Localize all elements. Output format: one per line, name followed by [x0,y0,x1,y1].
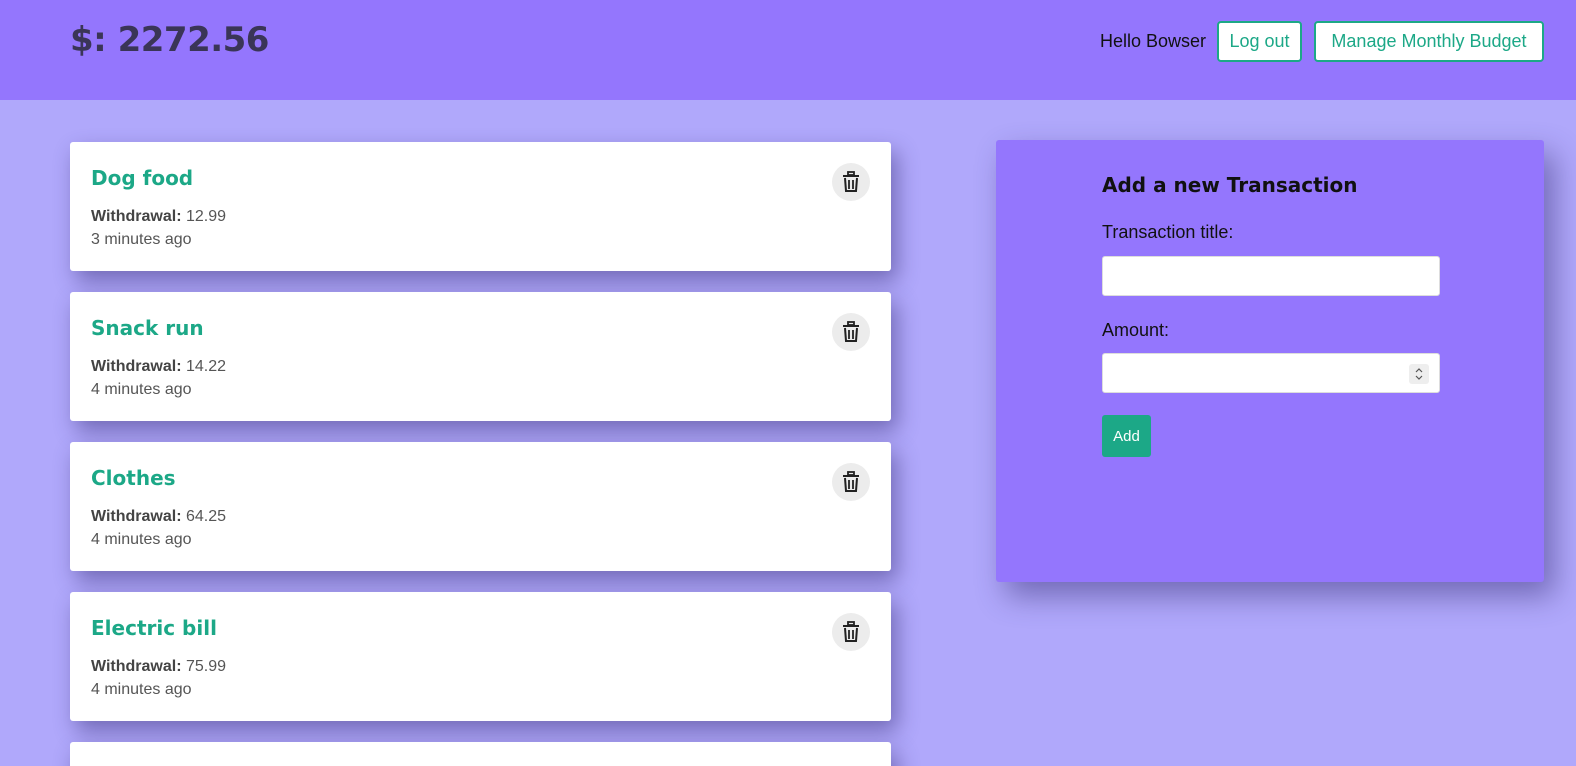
transaction-type-label: Withdrawal: [91,508,182,525]
trash-icon [843,471,859,492]
transaction-time: 4 minutes ago [91,531,192,548]
number-spinner[interactable] [1409,364,1429,384]
delete-transaction-button[interactable] [832,613,870,651]
delete-transaction-button[interactable] [832,163,870,201]
transaction-type-label: Withdrawal: [91,658,182,675]
transaction-amount-line: Withdrawal: 12.99 [91,208,226,226]
transaction-amount: 64.25 [185,508,227,525]
top-header: $: 2272.56 Hello Bowser Log out Manage M… [0,0,1576,100]
amount-input[interactable] [1102,353,1440,393]
transaction-amount: 14.22 [185,358,227,375]
transaction-card: Clothes Withdrawal: 64.25 4 minutes ago [70,442,891,571]
amount-field-label: Amount: [1102,320,1170,340]
transaction-amount-line: Withdrawal: 75.99 [91,658,226,676]
transaction-card: Electric bill Withdrawal: 75.99 4 minute… [70,592,891,721]
transaction-card-partial [70,742,891,766]
transaction-list: Dog food Withdrawal: 12.99 3 minutes ago… [70,142,891,766]
balance-display: $: 2272.56 [70,20,269,60]
transaction-title: Electric bill [91,616,217,640]
add-transaction-button[interactable]: Add [1102,415,1151,457]
transaction-time: 4 minutes ago [91,381,192,398]
form-heading: Add a new Transaction [1102,173,1358,197]
transaction-card: Snack run Withdrawal: 14.22 4 minutes ag… [70,292,891,421]
transaction-title: Clothes [91,466,176,490]
transaction-time: 4 minutes ago [91,681,192,698]
greeting-text: Hello Bowser [1099,31,1206,51]
transaction-type-label: Withdrawal: [91,358,182,375]
delete-transaction-button[interactable] [832,313,870,351]
logout-button[interactable]: Log out [1217,21,1302,62]
transaction-card: Dog food Withdrawal: 12.99 3 minutes ago [70,142,891,271]
transaction-amount: 12.99 [185,208,227,225]
transaction-amount: 75.99 [185,658,227,675]
add-transaction-panel: Add a new Transaction Transaction title:… [996,140,1544,582]
manage-budget-button[interactable]: Manage Monthly Budget [1314,21,1544,62]
delete-transaction-button[interactable] [832,463,870,501]
trash-icon [843,171,859,192]
transaction-title-input[interactable] [1102,256,1440,296]
title-field-label: Transaction title: [1102,222,1234,242]
transaction-amount-line: Withdrawal: 64.25 [91,508,226,526]
transaction-title: Snack run [91,316,204,340]
transaction-time: 3 minutes ago [91,231,192,248]
transaction-type-label: Withdrawal: [91,208,182,225]
chevron-up-down-icon [1415,368,1423,380]
transaction-amount-line: Withdrawal: 14.22 [91,358,226,376]
transaction-title: Dog food [91,166,194,190]
trash-icon [843,321,859,342]
trash-icon [843,621,859,642]
